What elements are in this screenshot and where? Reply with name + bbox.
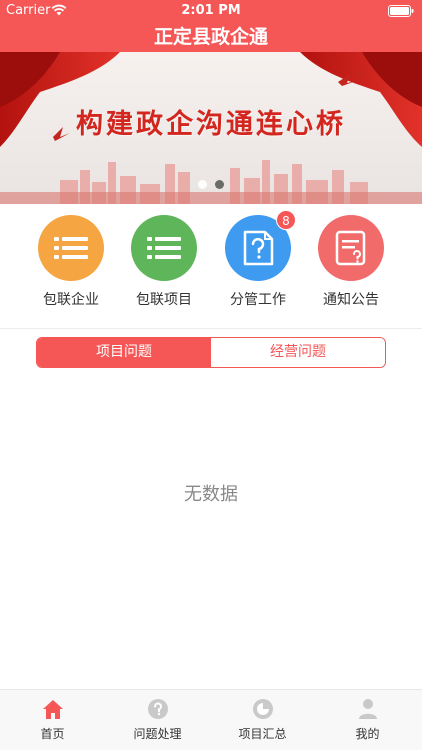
tab-label: 问题处理 bbox=[133, 727, 182, 741]
menu-label: 通知公告 bbox=[323, 292, 379, 308]
page-title: 正定县政企通 bbox=[153, 26, 268, 48]
header: Carrier 2:01 PM 正定县政企通 bbox=[0, 0, 422, 52]
banner-slogan: 构建政企沟通连心桥 bbox=[76, 109, 346, 140]
tab-label: 项目汇总 bbox=[238, 727, 287, 741]
tab-home[interactable]: 首页 bbox=[0, 698, 105, 742]
status-bar: Carrier 2:01 PM bbox=[0, 0, 422, 22]
chart-circle-icon bbox=[252, 699, 273, 719]
battery-icon bbox=[388, 5, 414, 17]
notice-document-icon bbox=[318, 215, 384, 281]
tab-project-summary[interactable]: 项目汇总 bbox=[210, 698, 315, 742]
question-document-icon: 8 bbox=[225, 210, 296, 281]
divider bbox=[0, 328, 422, 329]
tab-issue-handling[interactable]: 问题处理 bbox=[105, 698, 210, 742]
carousel-dot-active[interactable] bbox=[215, 180, 224, 189]
empty-state-text: 无数据 bbox=[184, 484, 238, 505]
carousel-dots bbox=[0, 180, 422, 189]
tab-label: 我的 bbox=[355, 727, 380, 741]
menu-item-notice[interactable]: 通知公告 bbox=[304, 215, 398, 315]
menu-item-project[interactable]: 包联项目 bbox=[117, 215, 211, 315]
segment-project-issues[interactable]: 项目问题 bbox=[37, 338, 211, 367]
status-time: 2:01 PM bbox=[181, 3, 241, 18]
menu-label: 分管工作 bbox=[230, 292, 286, 308]
tab-mine[interactable]: 我的 bbox=[315, 698, 420, 742]
list-icon bbox=[38, 215, 104, 281]
person-icon bbox=[358, 699, 377, 719]
menu-item-enterprise[interactable]: 包联企业 bbox=[24, 215, 118, 315]
menu-label: 包联项目 bbox=[136, 292, 192, 308]
list-icon bbox=[131, 215, 197, 281]
tab-bar: 首页 问题处理 项目汇总 我的 bbox=[0, 689, 422, 750]
function-menu: 包联企业 包联项目 8 分管工作 通知公告 bbox=[0, 204, 422, 328]
segment-business-issues[interactable]: 经营问题 bbox=[211, 338, 385, 367]
app-screen: Carrier 2:01 PM 正定县政企通 构建政企沟通连心桥 包联企业 包联… bbox=[0, 0, 422, 750]
menu-item-work[interactable]: 8 分管工作 bbox=[211, 210, 305, 315]
menu-label: 包联企业 bbox=[43, 292, 99, 308]
banner-carousel[interactable]: 构建政企沟通连心桥 bbox=[0, 52, 422, 204]
carousel-dot[interactable] bbox=[198, 180, 207, 189]
tab-label: 首页 bbox=[40, 727, 65, 741]
question-circle-icon bbox=[147, 699, 168, 719]
home-icon bbox=[42, 700, 63, 719]
segmented-control: 项目问题 经营问题 bbox=[36, 337, 386, 368]
notification-badge: 8 bbox=[276, 210, 296, 230]
